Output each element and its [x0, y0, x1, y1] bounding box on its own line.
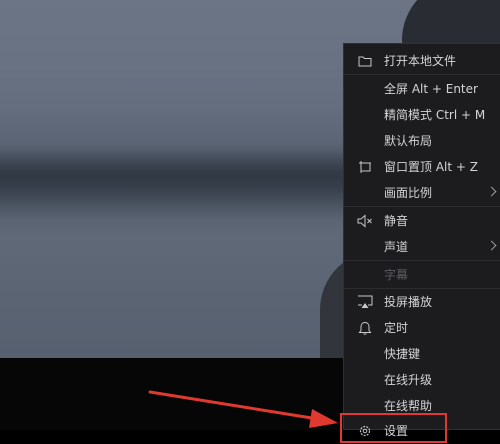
- mute-speaker-icon: [357, 213, 373, 229]
- bell-icon: [357, 320, 373, 336]
- menu-item-label: 窗口置顶 Alt + Z: [384, 160, 478, 174]
- menu-item-label: 定时: [384, 321, 409, 335]
- menu-item-label: 在线升级: [384, 373, 433, 387]
- menu-item-aspect-ratio[interactable]: 画面比例: [344, 180, 500, 206]
- menu-item-shortcuts[interactable]: 快捷键: [344, 341, 500, 367]
- menu-item-label: 声道: [384, 240, 409, 254]
- menu-item-label: 精简模式 Ctrl + M: [384, 108, 486, 122]
- menu-item-label: 静音: [384, 214, 409, 228]
- menu-item-timer[interactable]: 定时: [344, 315, 500, 341]
- menu-item-label: 全屏 Alt + Enter: [384, 82, 478, 96]
- menu-item-mute[interactable]: 静音: [344, 208, 500, 234]
- chevron-right-icon: [486, 240, 497, 251]
- menu-item-fullscreen[interactable]: 全屏 Alt + Enter: [344, 76, 500, 102]
- pin-top-icon: [357, 159, 373, 175]
- menu-item-default-layout[interactable]: 默认布局: [344, 128, 500, 154]
- annotation-highlight-box: [340, 413, 447, 443]
- folder-icon: [357, 53, 373, 69]
- menu-item-open-local-file[interactable]: 打开本地文件: [344, 48, 500, 74]
- menu-item-label: 快捷键: [384, 347, 421, 361]
- menu-item-audio-channel[interactable]: 声道: [344, 234, 500, 260]
- menu-item-always-on-top[interactable]: 窗口置顶 Alt + Z: [344, 154, 500, 180]
- menu-item-label: 打开本地文件: [384, 54, 457, 68]
- menu-item-cast-play[interactable]: 投屏播放: [344, 289, 500, 315]
- chevron-right-icon: [486, 186, 497, 197]
- menu-item-label: 画面比例: [384, 186, 433, 200]
- menu-separator: [344, 260, 500, 261]
- menu-item-label: 字幕: [384, 268, 409, 282]
- menu-item-compact-mode[interactable]: 精简模式 Ctrl + M: [344, 102, 500, 128]
- menu-separator: [344, 74, 500, 75]
- menu-item-label: 默认布局: [384, 134, 433, 148]
- menu-item-label: 投屏播放: [384, 295, 433, 309]
- context-menu: 打开本地文件 全屏 Alt + Enter 精简模式 Ctrl + M 默认布局…: [343, 43, 500, 438]
- cast-screen-icon: [357, 294, 373, 310]
- menu-item-online-upgrade[interactable]: 在线升级: [344, 367, 500, 393]
- menu-separator: [344, 206, 500, 207]
- menu-item-subtitles: 字幕: [344, 262, 500, 288]
- menu-item-label: 在线帮助: [384, 399, 433, 413]
